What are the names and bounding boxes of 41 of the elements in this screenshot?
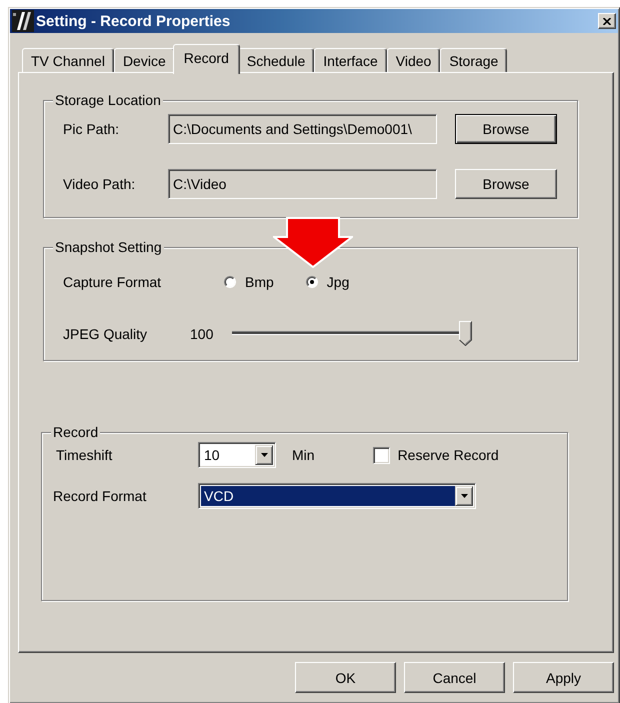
tab[interactable]: Video <box>386 48 440 72</box>
down-arrow-icon <box>273 217 353 268</box>
path-field[interactable]: C:\Documents and Settings\Demo001\ <box>168 114 437 144</box>
dropdown-field[interactable]: VCD <box>198 483 476 509</box>
radio-option[interactable]: Jpg <box>306 274 350 290</box>
checkbox-option[interactable]: Reserve Record <box>372 446 499 464</box>
field-label: Pic Path: <box>63 121 120 137</box>
browse-button[interactable]: Browse <box>455 169 557 199</box>
dialog-button[interactable]: Apply <box>513 662 614 693</box>
close-icon <box>603 18 611 24</box>
group-title: Snapshot Setting <box>53 239 164 255</box>
tab[interactable]: Device <box>114 48 175 72</box>
tab[interactable]: Interface <box>314 48 387 72</box>
caret-down-icon <box>260 453 268 457</box>
slider-reading: 100 <box>190 326 214 342</box>
dropdown-button[interactable] <box>255 445 273 465</box>
tab[interactable]: Schedule <box>238 48 314 72</box>
dropdown-field[interactable]: 10 <box>198 442 276 468</box>
field-label: Record Format <box>53 488 148 504</box>
field-label: Timeshift <box>55 447 114 463</box>
slider-thumb[interactable] <box>459 321 472 346</box>
field-label: Capture Format <box>63 274 162 290</box>
tab[interactable]: Storage <box>440 48 508 72</box>
window-title: Setting - Record Properties <box>36 12 232 30</box>
field-label: Video Path: <box>63 176 136 192</box>
radio-option[interactable]: Bmp <box>224 274 274 290</box>
field-label: JPEG Quality <box>63 326 148 342</box>
group-title: Record <box>51 424 100 440</box>
app-icon <box>12 10 34 32</box>
path-field[interactable]: C:\Video <box>168 169 437 199</box>
tab[interactable]: TV Channel <box>22 48 114 72</box>
caret-down-icon <box>460 494 468 498</box>
unit-label: Min <box>292 447 315 463</box>
dropdown-button[interactable] <box>455 486 473 506</box>
dialog-button[interactable]: Cancel <box>404 662 505 693</box>
dialog-button[interactable]: OK <box>295 662 396 693</box>
slider-track[interactable] <box>232 321 472 346</box>
close-button[interactable] <box>598 13 616 29</box>
group-title: Storage Location <box>53 92 163 108</box>
browse-button[interactable]: Browse <box>455 114 557 144</box>
tab[interactable]: Record <box>172 44 240 74</box>
